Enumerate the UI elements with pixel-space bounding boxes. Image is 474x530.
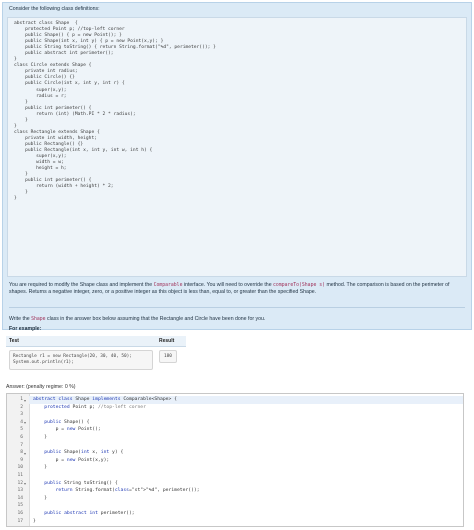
answer-label: Answer: (penalty regime: 0 %) — [6, 384, 76, 390]
write-shape-paragraph: Write the Shape class in the answer box … — [9, 316, 465, 323]
line-number: 2 — [20, 404, 23, 410]
comparable-code: Comparable — [153, 283, 183, 288]
line-number: 8 — [20, 450, 23, 456]
class-definitions-pre: abstract class Shape { protected Point p… — [14, 21, 216, 202]
compareto-code: compareTo(Shape s) — [273, 283, 326, 288]
code-line[interactable]: } — [33, 465, 47, 470]
test-header: Test — [6, 336, 156, 347]
question-intro: Consider the following class definitions… — [9, 6, 100, 12]
example-label: For example: — [9, 326, 42, 332]
fold-arrow-icon[interactable]: ▾ — [24, 398, 26, 403]
code-line[interactable]: public Shape() { — [33, 420, 89, 425]
result-cell: 180 — [159, 350, 177, 363]
code-line[interactable]: abstract class Shape implements Comparab… — [33, 397, 177, 402]
answer-code-editor[interactable]: 1 ▾ 2 3 4 ▾ 5 6 7 8 ▾ 9 10 11 12 ▾ 13 14 15 16 17 abstract c… — [6, 393, 464, 527]
editor-gutter: 1 ▾ 2 3 4 ▾ 5 6 7 8 ▾ 9 10 11 12 ▾ 13 14 15 16 17 — [7, 394, 30, 526]
result-header: Result — [156, 336, 186, 347]
code-line[interactable]: } — [33, 496, 47, 501]
code-line[interactable]: p = new Point(x,y); — [33, 458, 110, 463]
write-text-2: class in the answer box below assuming t… — [45, 316, 266, 322]
code-line[interactable]: public Shape(int x, int y) { — [33, 450, 123, 455]
line-number: 15 — [17, 503, 23, 509]
question-divider — [9, 307, 465, 308]
line-number: 13 — [17, 488, 23, 494]
line-number: 7 — [20, 442, 23, 448]
line-number: 4 — [20, 419, 23, 425]
line-number: 3 — [20, 412, 23, 418]
fold-arrow-icon[interactable]: ▾ — [24, 451, 26, 456]
code-line[interactable]: } — [33, 519, 36, 524]
fold-arrow-icon[interactable]: ▾ — [24, 481, 26, 486]
code-line[interactable]: return String.format(class="st">"%d", pe… — [33, 488, 200, 493]
test-code-cell: Rectangle r1 = new Rectangle(20, 30, 40,… — [9, 350, 153, 370]
line-number: 5 — [20, 427, 23, 433]
line-number: 6 — [20, 435, 23, 440]
shape-code: Shape — [31, 317, 46, 322]
line-number: 11 — [17, 473, 23, 478]
line-number: 17 — [17, 518, 23, 524]
table-row: Rectangle r1 = new Rectangle(20, 30, 40,… — [6, 347, 186, 374]
question-panel: Consider the following class definitions… — [2, 2, 472, 332]
instructions-paragraph: You are required to modify the Shape cla… — [9, 282, 465, 296]
code-line[interactable]: p = new Point(); — [33, 427, 101, 432]
instructions-text-1: You are required to modify the Shape cla… — [9, 282, 154, 288]
line-number: 1 — [20, 397, 23, 402]
fold-arrow-icon[interactable]: ▾ — [24, 420, 26, 425]
line-number: 10 — [17, 465, 23, 471]
instructions-text-2: interface. You will need to override the — [182, 282, 274, 288]
line-number: 9 — [20, 457, 23, 463]
code-line[interactable]: public abstract int perimeter(); — [33, 511, 134, 516]
example-table: Test Result Rectangle r1 = new Rectangle… — [6, 336, 186, 373]
line-number: 14 — [17, 495, 23, 501]
code-line[interactable]: public String toString() { — [33, 481, 117, 486]
code-line[interactable]: protected Point p; //top-left corner — [33, 405, 146, 410]
code-line[interactable]: } — [33, 435, 47, 440]
write-text-1: Write the — [9, 316, 32, 322]
line-number: 16 — [17, 511, 23, 516]
class-definitions-code: abstract class Shape { protected Point p… — [7, 17, 467, 277]
line-number: 12 — [17, 480, 23, 486]
